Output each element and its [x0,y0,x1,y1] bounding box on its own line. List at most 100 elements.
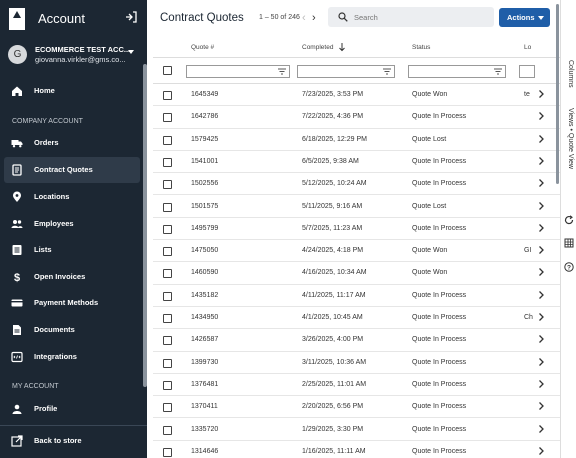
sidebar-item-documents[interactable]: Documents [0,317,147,343]
table-row[interactable]: 1314646 1/16/2025, 11:11 AM Quote In Proce… [153,441,560,458]
chevron-right-icon[interactable] [538,201,545,211]
table-row[interactable]: 1502556 5/12/2025, 10:24 AM Quote In Proce… [153,173,560,196]
column-header-completed[interactable]: Completed [302,44,333,51]
table-scrollbar[interactable] [556,4,559,184]
sidebar-item-home[interactable]: Home [0,78,147,104]
previous-page-button[interactable]: ‹ [302,12,306,24]
chevron-right-icon[interactable] [538,223,545,233]
pagination-info: 1 – 50 of 246 [259,14,300,21]
chevron-right-icon[interactable] [538,446,545,456]
chevron-right-icon[interactable] [538,401,545,411]
chevron-right-icon[interactable] [538,89,545,99]
sidebar-item-profile[interactable]: Profile [0,396,147,422]
sidebar-item-label: Documents [34,325,75,334]
table-grid-icon[interactable] [564,238,574,248]
sidebar-item-orders[interactable]: Orders [0,130,147,156]
table-row[interactable]: 1501575 5/11/2025, 9:16 AM Quote Lost [153,196,560,218]
table-row[interactable]: 1541001 6/5/2025, 9:38 AM Quote In Process [153,151,560,174]
table-row[interactable]: 1434950 4/1/2025, 10:45 AM Quote In Proces… [153,307,560,330]
chevron-right-icon[interactable] [538,357,545,367]
chevron-right-icon[interactable] [538,312,545,322]
table-row[interactable]: 1579425 6/18/2025, 12:29 PM Quote Lost [153,129,560,151]
quote-number-cell: 1376481 [191,380,219,388]
sort-descending-icon[interactable] [338,42,346,52]
row-checkbox[interactable] [163,336,172,346]
row-checkbox[interactable] [163,403,172,413]
row-checkbox[interactable] [163,113,172,123]
chevron-right-icon[interactable] [538,424,545,434]
actions-button[interactable]: Actions [499,8,550,27]
sidebar-item-label: Payment Methods [34,298,99,307]
quote-filter[interactable] [186,65,290,78]
sidebar-item-locations[interactable]: Locations [0,184,147,210]
row-checkbox[interactable] [163,135,172,145]
refresh-icon[interactable] [564,215,574,225]
row-checkbox[interactable] [163,269,172,279]
table-row[interactable]: 1399730 3/11/2025, 10:36 AM Quote In Proce… [153,352,560,374]
completed-cell: 6/5/2025, 9:38 AM [302,157,359,165]
chevron-right-icon[interactable] [538,178,545,188]
chevron-right-icon[interactable] [538,334,545,344]
sidebar-item-contract-quotes[interactable]: Contract Quotes [4,157,140,183]
table-row[interactable]: 1645349 7/23/2025, 3:53 PM Quote Won te [153,84,560,107]
row-checkbox[interactable] [163,425,172,435]
row-checkbox[interactable] [163,358,172,368]
table-row[interactable]: 1335720 1/29/2025, 3:30 PM Quote In Proces… [153,419,560,441]
sidebar-item-label: Open Invoices [34,272,86,281]
row-checkbox[interactable] [163,202,172,212]
location-filter[interactable] [519,65,535,78]
chevron-right-icon[interactable] [538,156,545,166]
table-row[interactable]: 1495799 5/7/2025, 11:23 AM Quote In Proces… [153,218,560,241]
sidebar-item-integrations[interactable]: Integrations [0,344,147,370]
svg-text:$: $ [14,272,20,283]
chevron-right-icon[interactable] [538,290,545,300]
column-header-location[interactable]: Lo [524,44,531,51]
status-filter[interactable] [408,65,506,78]
column-header-status[interactable]: Status [412,44,430,51]
row-checkbox[interactable] [163,91,172,100]
sidebar-item-employees[interactable]: Employees [0,211,147,237]
chevron-right-icon[interactable] [538,267,545,277]
row-checkbox[interactable] [163,157,172,167]
chevron-right-icon[interactable] [538,379,545,389]
columns-panel-tab[interactable]: Columns [567,60,574,88]
chevron-right-icon[interactable] [538,245,545,255]
search-input[interactable] [354,9,488,25]
status-cell: Quote Lost [412,202,447,210]
account-switcher[interactable]: G ECOMMERCE TEST ACC... giovanna.virkler… [0,40,147,70]
sidebar-item-open-invoices[interactable]: $ Open Invoices [0,264,147,290]
row-checkbox[interactable] [163,291,172,301]
collapse-sidebar-icon[interactable] [124,10,138,24]
chevron-right-icon[interactable] [538,134,545,144]
select-all-checkbox[interactable] [163,66,172,75]
table-row[interactable]: 1376481 2/25/2025, 11:01 AM Quote In Proce… [153,374,560,397]
search-box [328,7,494,27]
row-checkbox[interactable] [163,247,172,257]
chevron-right-icon[interactable] [538,111,545,121]
table-row[interactable]: 1426587 3/26/2025, 4:00 PM Quote In Proces… [153,329,560,352]
status-cell: Quote Lost [412,135,447,143]
table-row[interactable]: 1475050 4/24/2025, 4:18 PM Quote Won GI [153,240,560,263]
column-header-quote[interactable]: Quote # [191,44,214,51]
completed-filter[interactable] [297,65,395,78]
help-icon[interactable]: ? [564,262,574,272]
row-checkbox[interactable] [163,180,172,190]
status-cell: Quote In Process [412,314,467,321]
table-row[interactable]: 1435182 4/11/2025, 11:17 AM Quote In Proce… [153,285,560,307]
quote-number-cell: 1642786 [191,113,219,121]
table-row[interactable]: 1642786 7/22/2025, 4:36 PM Quote In Proces… [153,106,560,129]
row-checkbox[interactable] [163,224,172,234]
table-row[interactable]: 1460590 4/16/2025, 10:34 AM Quote Won [153,262,560,285]
status-cell: Quote In Process [412,336,467,344]
sidebar-item-payment-methods[interactable]: Payment Methods [0,290,147,316]
row-checkbox[interactable] [163,447,172,457]
row-checkbox[interactable] [163,380,172,390]
row-checkbox[interactable] [163,314,172,323]
sidebar-item-lists[interactable]: Lists [0,237,147,263]
next-page-button[interactable]: › [312,12,316,24]
completed-cell: 5/7/2025, 11:23 AM [302,224,363,232]
location-cell: GI [524,247,532,255]
table-row[interactable]: 1370411 2/20/2025, 6:56 PM Quote In Proces… [153,396,560,419]
back-to-store-link[interactable]: Back to store [0,428,147,454]
views-panel-tab[interactable]: Views • Quote View [567,108,574,169]
